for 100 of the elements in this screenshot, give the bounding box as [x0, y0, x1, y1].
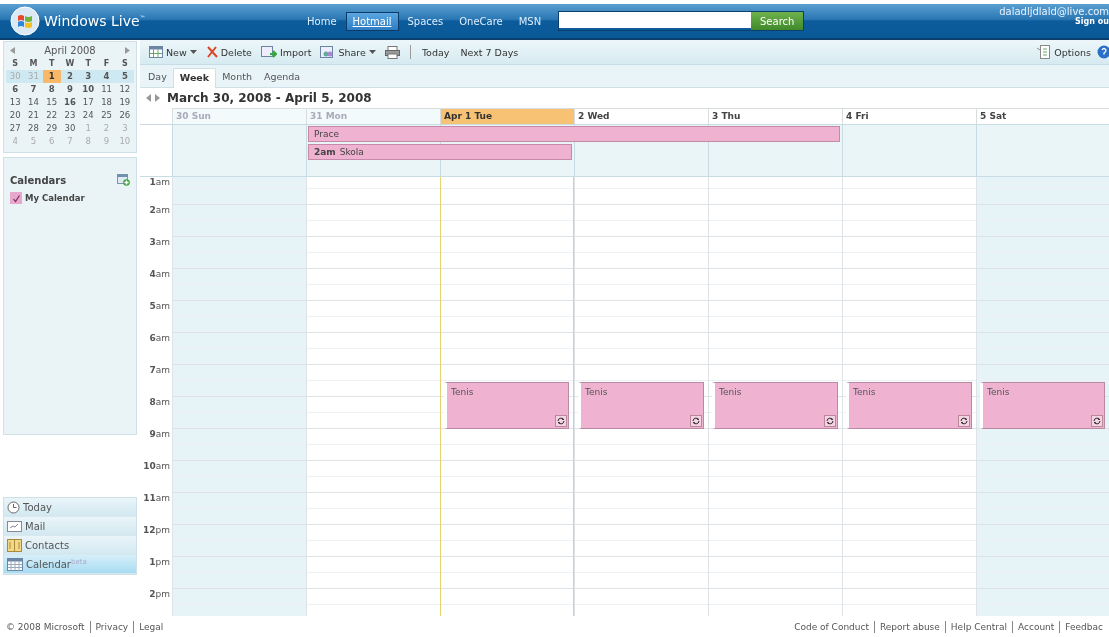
week-row[interactable]: 13 14 15 16 17 18 19	[6, 96, 134, 109]
day-header[interactable]: Apr 1 Tue	[440, 108, 574, 124]
toolbar-link[interactable]: Next 7 Days	[456, 46, 523, 58]
delete-button[interactable]: Delete	[202, 46, 255, 58]
brand-name[interactable]: Windows Live$^{™}$	[44, 13, 146, 29]
search-field[interactable]	[559, 12, 752, 28]
week-row[interactable]: 30 31 1 2 3 4 5	[6, 70, 134, 83]
share-button[interactable]: Share	[317, 45, 379, 59]
day-number[interactable]: 6	[6, 83, 25, 96]
hour-label: 4am	[149, 269, 170, 279]
day-number[interactable]: 19	[115, 96, 134, 109]
printer-icon	[384, 45, 400, 59]
day-column[interactable]: Tenis	[976, 177, 1109, 616]
week-row[interactable]: 27 28 29 30 1 2 3	[6, 122, 134, 135]
hour-label: 2am	[149, 205, 170, 215]
help-icon[interactable]	[1097, 45, 1109, 59]
clock-icon	[7, 500, 20, 514]
day-number[interactable]: 14	[24, 96, 43, 109]
top-nav-link[interactable]: MSN	[511, 11, 549, 31]
day-number[interactable]: 10	[79, 83, 98, 96]
top-nav-link[interactable]: Home	[300, 11, 344, 31]
day-number[interactable]: 8	[42, 83, 61, 96]
day-number[interactable]: 13	[6, 96, 25, 109]
day-number[interactable]: 11	[97, 83, 116, 96]
calendar-event[interactable]: Tenis	[980, 382, 1105, 429]
view-tab[interactable]: Month	[216, 68, 258, 87]
previous-week-icon[interactable]	[146, 94, 151, 102]
day-number[interactable]: 16	[60, 96, 80, 109]
day-number[interactable]: 1	[42, 70, 61, 83]
weekday-label: S	[120, 58, 129, 70]
view-tab[interactable]: Agenda	[257, 68, 307, 87]
footer-link[interactable]: Report abuse	[880, 621, 940, 632]
options-button[interactable]: Options	[1034, 45, 1094, 59]
options-icon	[1037, 45, 1052, 59]
view-tab[interactable]: Week	[172, 68, 217, 88]
top-nav-link[interactable]: OneCare	[452, 11, 510, 31]
footer-link[interactable]: Privacy	[95, 621, 129, 632]
day-number[interactable]: 2	[60, 70, 80, 83]
footer-link[interactable]: Code of Conduct	[794, 621, 869, 632]
calendar-checkbox[interactable]	[10, 192, 22, 204]
calendar-event[interactable]: Tenis	[578, 382, 704, 429]
next-month-icon[interactable]	[125, 47, 130, 54]
day-number[interactable]: 4	[97, 70, 116, 83]
day-number[interactable]: 17	[79, 96, 98, 109]
day-number[interactable]: 7	[24, 83, 43, 96]
day-number[interactable]: 22	[42, 109, 61, 122]
hour-label: 6am	[149, 333, 170, 343]
sidebar-nav-item[interactable]: Contacts	[4, 536, 136, 555]
hour-label: 12pm	[143, 525, 170, 535]
day-number[interactable]: 3	[79, 70, 98, 83]
day-number[interactable]: 24	[79, 109, 98, 122]
day-number[interactable]: 28	[24, 122, 43, 135]
share-icon	[320, 45, 336, 59]
day-number[interactable]: 20	[6, 109, 25, 122]
day-column[interactable]: Tenis	[574, 177, 708, 616]
sign-out-link[interactable]: Sign ou	[1075, 17, 1109, 26]
previous-month-icon[interactable]	[10, 47, 15, 54]
day-number[interactable]: 25	[97, 109, 116, 122]
all-day-event[interactable]: 2am Skola	[308, 144, 572, 160]
calendar-event[interactable]: Tenis	[846, 382, 972, 429]
day-column[interactable]: Tenis	[440, 177, 574, 616]
new-button[interactable]: New	[146, 46, 200, 58]
weekday-label: W	[64, 58, 76, 70]
footer-link[interactable]: Legal	[139, 621, 164, 632]
top-nav-link[interactable]: Spaces	[400, 11, 451, 31]
calendar-event[interactable]: Tenis	[712, 382, 838, 429]
sidebar-nav-item[interactable]: Calendar$^{beta}$	[4, 555, 136, 574]
add-calendar-icon[interactable]	[117, 174, 130, 186]
event-title: Tenis	[719, 387, 742, 397]
day-number[interactable]: 23	[60, 109, 80, 122]
footer-link[interactable]: Help Central	[950, 621, 1007, 632]
next-week-icon[interactable]	[155, 94, 160, 102]
week-row[interactable]: 6 7 8 9 10 11 12	[6, 83, 134, 96]
day-number[interactable]: 29	[42, 122, 61, 135]
toolbar-link[interactable]: Today	[417, 46, 454, 58]
hour-label: 1am	[149, 177, 170, 187]
footer-link[interactable]: Feedbac	[1065, 621, 1103, 632]
hour-label: 5am	[149, 301, 170, 311]
day-number[interactable]: 26	[115, 109, 134, 122]
day-number[interactable]: 21	[24, 109, 43, 122]
import-button[interactable]: Import	[257, 46, 315, 58]
footer-link[interactable]: Account	[1018, 621, 1055, 632]
day-number[interactable]: 12	[115, 83, 134, 96]
day-number[interactable]: 9	[60, 83, 80, 96]
day-number[interactable]: 15	[42, 96, 61, 109]
caret-icon	[189, 50, 197, 54]
all-day-event[interactable]: Prace	[308, 126, 840, 142]
sidebar-nav-item[interactable]: Today	[4, 498, 136, 517]
calendar-name[interactable]: My Calendar	[25, 193, 85, 203]
day-number[interactable]: 30	[60, 122, 80, 135]
sidebar-nav-item[interactable]: Mail	[4, 517, 136, 536]
day-number[interactable]: 27	[6, 122, 25, 135]
weekday-label: T	[84, 58, 92, 70]
day-column[interactable]: Tenis	[708, 177, 842, 616]
day-number[interactable]: 18	[97, 96, 116, 109]
view-tab[interactable]: Day	[142, 68, 173, 87]
day-column[interactable]: Tenis	[842, 177, 976, 616]
week-row[interactable]: 20 21 22 23 24 25 26	[6, 109, 134, 122]
day-number[interactable]: 5	[115, 70, 134, 83]
calendar-event[interactable]: Tenis	[444, 382, 569, 429]
